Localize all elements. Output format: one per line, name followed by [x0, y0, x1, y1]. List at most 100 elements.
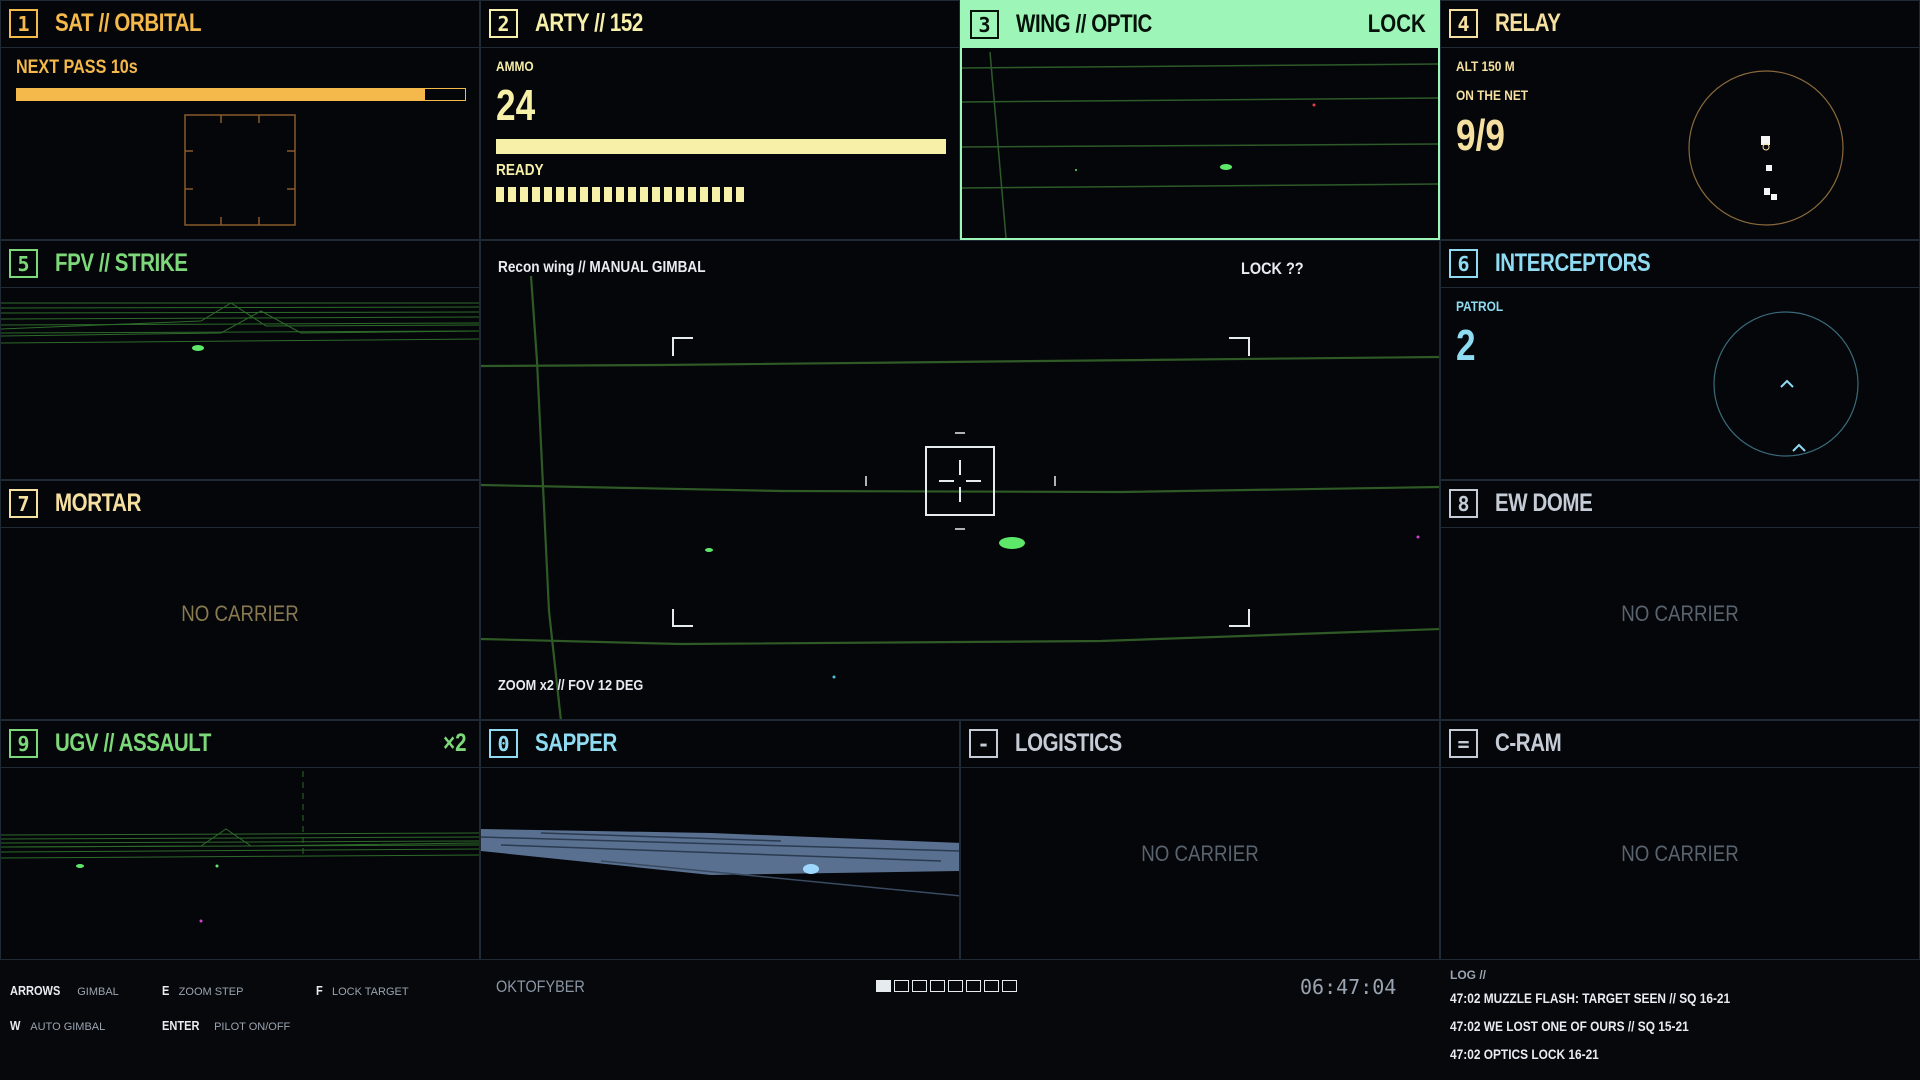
control-hint-enter: ENTER PILOT ON/OFF	[162, 1015, 290, 1034]
target-blip	[705, 548, 713, 552]
panel-ew-dome[interactable]: 8 EW DOME NO CARRIER	[1440, 480, 1920, 720]
ready-round-tick	[532, 187, 540, 202]
sapper-terrain-feed	[481, 829, 959, 897]
ready-round-tick	[604, 187, 612, 202]
key-label: F	[316, 983, 323, 998]
panel-ugv-assault[interactable]: 9 UGV // ASSAULT ×2	[0, 720, 480, 960]
control-hint-e: E ZOOM STEP	[162, 980, 243, 999]
ready-round-tick	[712, 187, 720, 202]
log-line: 47:02 WE LOST ONE OF OURS // SQ 15-21	[1450, 1018, 1689, 1034]
ready-round-tick	[652, 187, 660, 202]
relay-radar	[1688, 70, 1844, 226]
key-description: PILOT ON/OFF	[214, 1021, 291, 1033]
control-hint-arrows: ARROWS GIMBAL	[10, 980, 119, 999]
target-blip	[192, 345, 204, 351]
panel-arty[interactable]: 2 ARTY // 152 AMMO 24 READY	[480, 0, 960, 240]
key-label: W	[10, 1018, 21, 1033]
ready-round-tick	[496, 187, 504, 202]
page-dot[interactable]	[930, 980, 945, 992]
ready-round-tick	[676, 187, 684, 202]
panel-sapper[interactable]: 0 SAPPER	[480, 720, 960, 960]
no-carrier-label: NO CARRIER	[1621, 841, 1739, 866]
key-label: ARROWS	[10, 983, 61, 998]
wing-optic-feed	[962, 51, 1438, 238]
page-dot[interactable]	[894, 980, 909, 992]
panel-mortar[interactable]: 7 MORTAR NO CARRIER	[0, 480, 480, 720]
main-camera-view[interactable]: Recon wing // MANUAL GIMBAL LOCK ?? ZOOM…	[480, 240, 1440, 720]
page-dot[interactable]	[876, 980, 891, 992]
ammo-bar-fill	[496, 139, 946, 154]
orbital-reticle	[184, 114, 296, 226]
panel-header: = C-RAM	[1441, 721, 1919, 768]
key-description: LOCK TARGET	[331, 986, 409, 998]
panel-title: LOGISTICS	[1015, 729, 1122, 757]
ready-round-tick	[520, 187, 528, 202]
ready-round-tick	[724, 187, 732, 202]
panel-number: 7	[9, 489, 38, 518]
key-description: AUTO GIMBAL	[30, 1021, 106, 1033]
ready-round-tick	[700, 187, 708, 202]
interceptor-marker	[1792, 443, 1806, 452]
zoom-fov-label: ZOOM x2 // FOV 12 DEG	[498, 677, 644, 694]
no-carrier-label: NO CARRIER	[1621, 601, 1739, 626]
ready-round-tick	[736, 187, 744, 202]
key-label: E	[162, 983, 170, 998]
ammo-bar	[496, 139, 946, 154]
callsign: OKTOFYBER	[496, 977, 585, 996]
panel-c-ram[interactable]: = C-RAM NO CARRIER	[1440, 720, 1920, 960]
ready-round-tick	[628, 187, 636, 202]
main-terrain-feed	[481, 275, 1439, 719]
ready-round-tick	[556, 187, 564, 202]
interceptor-radar	[1713, 311, 1859, 457]
no-carrier-label: NO CARRIER	[181, 601, 299, 626]
key-description: GIMBAL	[77, 986, 119, 998]
ready-round-tick	[580, 187, 588, 202]
no-carrier-label: NO CARRIER	[1141, 841, 1259, 866]
panel-wing-optic[interactable]: 3 WING // OPTIC LOCK	[960, 0, 1440, 240]
panel-sat-orbital[interactable]: 1 SAT // ORBITAL NEXT PASS 10s	[0, 0, 480, 240]
panel-number: =	[1449, 729, 1478, 758]
page-dot[interactable]	[912, 980, 927, 992]
page-dot[interactable]	[1002, 980, 1017, 992]
panel-number: 8	[1449, 489, 1478, 518]
ready-round-tick	[640, 187, 648, 202]
lock-status-label: LOCK ??	[1241, 259, 1304, 278]
sapper-unit-blip	[803, 864, 819, 874]
log-line: 47:02 MUZZLE FLASH: TARGET SEEN // SQ 16…	[1450, 990, 1731, 1006]
ready-round-tick	[544, 187, 552, 202]
panel-fpv-strike[interactable]: 5 FPV // STRIKE	[0, 240, 480, 480]
panel-title: C-RAM	[1495, 729, 1562, 757]
panel-number: -	[969, 729, 998, 758]
panel-interceptors[interactable]: 6 INTERCEPTORS PATROL 2	[1440, 240, 1920, 480]
panel-number: 2	[489, 9, 518, 38]
log-line: 47:02 OPTICS LOCK 16-21	[1450, 1046, 1599, 1062]
page-dot[interactable]	[948, 980, 963, 992]
control-hint-f: F LOCK TARGET	[316, 980, 409, 999]
panel-header: 2 ARTY // 152	[481, 1, 959, 48]
page-indicator[interactable]	[876, 980, 1017, 992]
page-dot[interactable]	[984, 980, 999, 992]
panel-relay[interactable]: 4 RELAY ALT 150 M ON THE NET 9/9	[1440, 0, 1920, 240]
panel-header: - LOGISTICS	[961, 721, 1439, 768]
control-hint-w: W AUTO GIMBAL	[10, 1015, 105, 1034]
panel-logistics[interactable]: - LOGISTICS NO CARRIER	[960, 720, 1440, 960]
ammo-count: 24	[496, 81, 536, 130]
page-dot[interactable]	[966, 980, 981, 992]
interceptor-marker	[1780, 379, 1794, 388]
target-blip	[999, 537, 1025, 549]
key-description: ZOOM STEP	[178, 986, 244, 998]
mission-clock: 06:47:04	[1300, 975, 1397, 999]
bottom-bar: ARROWS GIMBAL E ZOOM STEP F LOCK TARGET W AU…	[0, 960, 1920, 1080]
ready-round-tick	[664, 187, 672, 202]
camera-source-label: Recon wing // MANUAL GIMBAL	[498, 259, 706, 276]
ready-rounds	[496, 187, 744, 202]
panel-header: 8 EW DOME	[1441, 481, 1919, 528]
crosshair-reticle	[865, 432, 1056, 530]
key-label: ENTER	[162, 1018, 200, 1033]
log-header: LOG //	[1450, 968, 1486, 982]
ammo-label: AMMO	[496, 58, 534, 74]
panel-title: EW DOME	[1495, 489, 1593, 517]
ready-round-tick	[568, 187, 576, 202]
fpv-terrain-feed	[1, 302, 479, 351]
ready-round-tick	[688, 187, 696, 202]
